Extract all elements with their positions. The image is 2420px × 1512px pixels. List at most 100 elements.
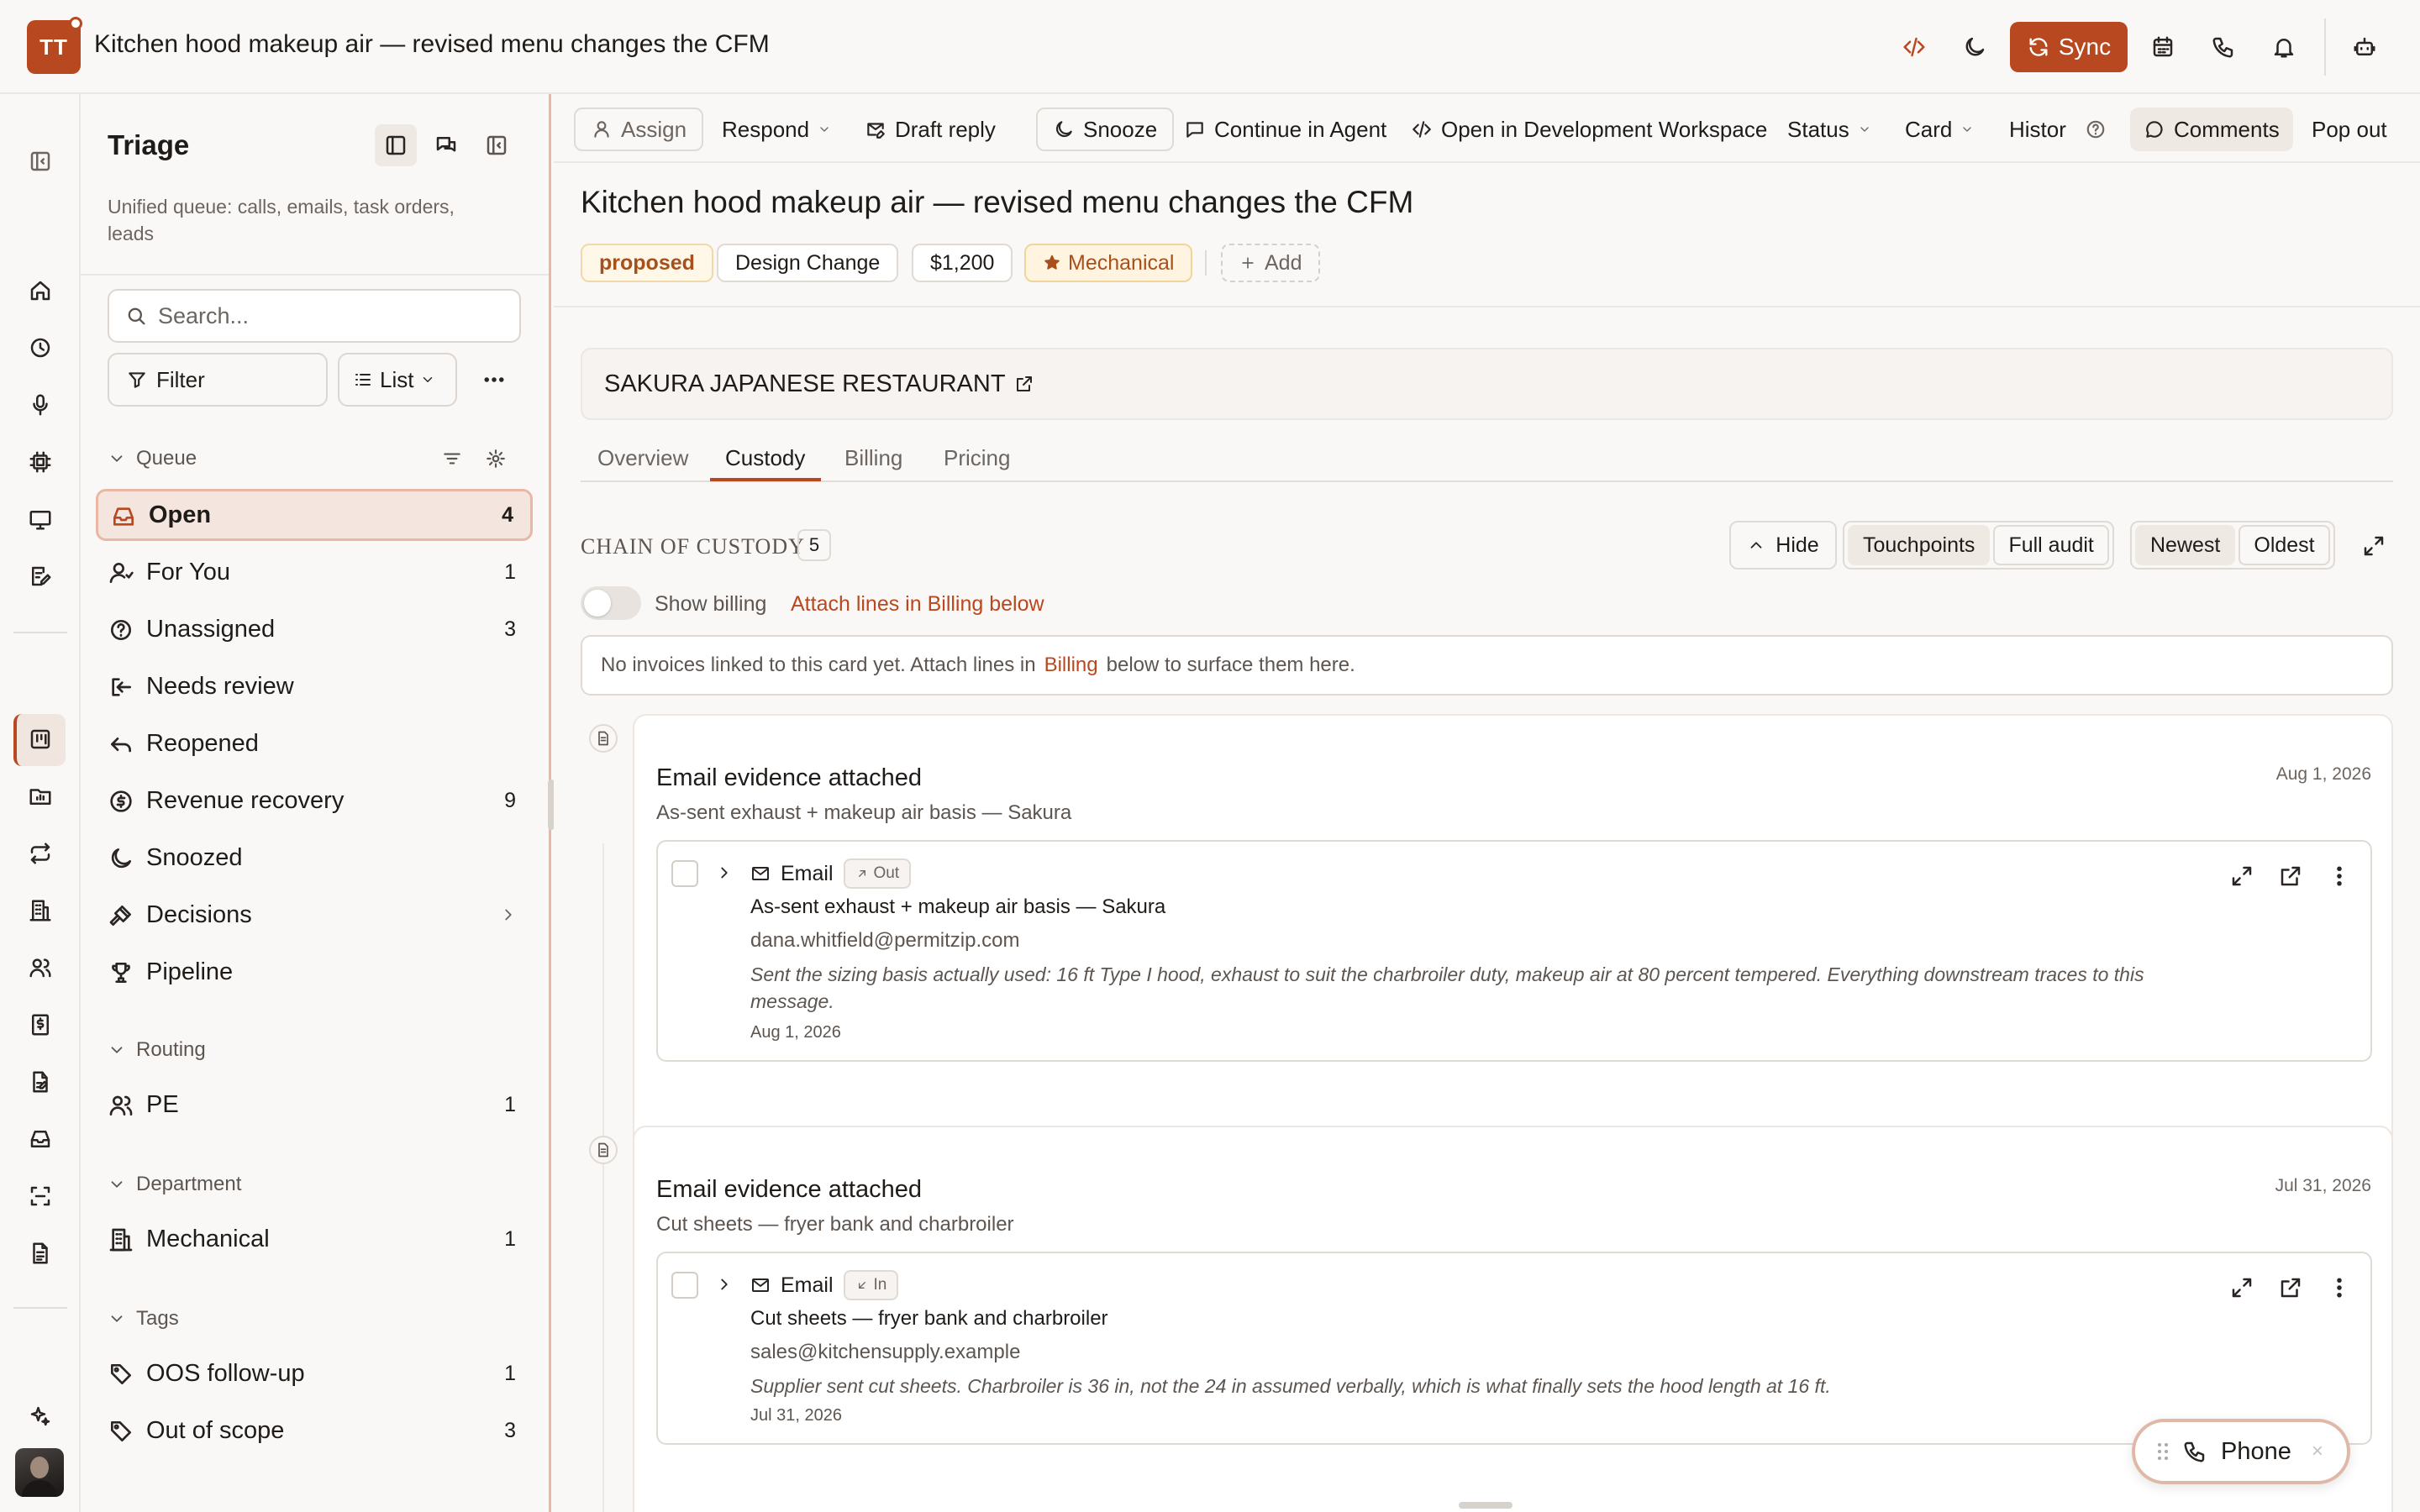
tab-pricing[interactable]: Pricing <box>944 445 1010 492</box>
newest-option[interactable]: Newest <box>2135 525 2236 565</box>
document-icon[interactable] <box>24 1236 57 1270</box>
kebab-menu-icon[interactable] <box>2327 1275 2352 1300</box>
client-card[interactable]: SAKURA JAPANESE RESTAURANT <box>581 348 2393 420</box>
department-group-header[interactable]: Department <box>108 1169 241 1200</box>
add-tag-button[interactable]: Add <box>1221 244 1321 282</box>
scroll-handle[interactable] <box>1459 1502 1512 1509</box>
nav-item-pe[interactable]: PE 1 <box>96 1079 533 1131</box>
tab-overview[interactable]: Overview <box>597 445 688 492</box>
card-dropdown[interactable]: Card <box>1905 108 1974 151</box>
tab-billing[interactable]: Billing <box>844 445 902 492</box>
kanban-board-icon[interactable] <box>24 722 57 756</box>
kebab-menu-icon[interactable] <box>2327 864 2352 889</box>
status-badge[interactable]: proposed <box>581 244 713 282</box>
assign-button[interactable]: Assign <box>574 108 704 151</box>
history-button[interactable]: Histor <box>2009 108 2066 151</box>
open-dev-workspace-button[interactable]: Open in Development Workspace <box>1411 108 1767 151</box>
user-avatar[interactable] <box>15 1448 64 1497</box>
type-badge[interactable]: Design Change <box>717 244 899 282</box>
chat-bubbles-icon[interactable] <box>425 124 467 166</box>
app-avatar[interactable]: TT <box>27 17 82 74</box>
nav-item-out-of-scope[interactable]: Out of scope 3 <box>96 1404 533 1457</box>
settings-gear-icon[interactable] <box>481 444 511 474</box>
comments-button[interactable]: Comments <box>2130 108 2293 151</box>
expand-icon[interactable] <box>2229 1275 2254 1300</box>
nav-item-reopened[interactable]: Reopened <box>96 717 533 769</box>
routing-group-header[interactable]: Routing <box>108 1035 206 1065</box>
attach-lines-link[interactable]: Attach lines in Billing below <box>791 592 1044 617</box>
phone-widget[interactable]: Phone × <box>2132 1419 2350 1484</box>
nav-item-open[interactable]: Open 4 <box>96 489 533 541</box>
department-badge[interactable]: Mechanical <box>1024 244 1193 282</box>
filter-button[interactable]: Filter <box>108 353 328 407</box>
expand-chevron-icon[interactable] <box>715 864 735 884</box>
drag-grip-icon[interactable] <box>2157 1441 2169 1462</box>
external-link-icon[interactable] <box>2278 1275 2303 1300</box>
status-dropdown[interactable]: Status <box>1787 108 1871 151</box>
collapse-sidebar-icon[interactable] <box>476 124 518 166</box>
bell-icon[interactable] <box>2265 29 2302 66</box>
nav-item-pipeline[interactable]: Pipeline <box>96 946 533 998</box>
select-checkbox[interactable] <box>671 1272 698 1299</box>
phone-close-button[interactable]: × <box>2312 1440 2323 1463</box>
respond-dropdown[interactable]: Respond <box>722 108 831 151</box>
full-audit-option[interactable]: Full audit <box>1993 525 2109 565</box>
monitor-icon[interactable] <box>24 502 57 536</box>
expand-icon[interactable] <box>2357 529 2391 563</box>
snooze-button[interactable]: Snooze <box>1036 108 1175 151</box>
nav-item-unassigned[interactable]: Unassigned 3 <box>96 603 533 655</box>
billing-link[interactable]: Billing <box>1044 654 1098 677</box>
touchpoints-option[interactable]: Touchpoints <box>1848 525 1991 565</box>
search-box[interactable] <box>108 289 521 343</box>
agent-bot-icon[interactable] <box>2346 29 2383 66</box>
sync-button[interactable]: Sync <box>2010 22 2128 72</box>
nav-item-oos-follow-up[interactable]: OOS follow-up 1 <box>96 1347 533 1399</box>
collapse-panel-icon[interactable] <box>24 144 57 178</box>
tags-group-header[interactable]: Tags <box>108 1304 179 1334</box>
inbox-icon[interactable] <box>24 1122 57 1156</box>
continue-in-agent-button[interactable]: Continue in Agent <box>1184 108 1386 151</box>
repeat-icon[interactable] <box>24 837 57 870</box>
email-message[interactable]: Email Out As-sent exhaust + makeup air b… <box>656 840 2372 1062</box>
home-icon[interactable] <box>24 274 57 307</box>
expand-chevron-icon[interactable] <box>715 1275 735 1295</box>
tab-custody[interactable]: Custody <box>725 445 805 492</box>
microphone-icon[interactable] <box>24 388 57 422</box>
calendar-icon[interactable] <box>2144 29 2181 66</box>
more-options-icon[interactable] <box>476 361 513 398</box>
panel-layout-icon[interactable] <box>375 124 417 166</box>
contacts-icon[interactable] <box>24 951 57 984</box>
chip-icon[interactable] <box>24 445 57 479</box>
nav-item-snoozed[interactable]: Snoozed <box>96 832 533 884</box>
nav-item-revenue-recovery[interactable]: Revenue recovery 9 <box>96 774 533 827</box>
invoice-dollar-icon[interactable] <box>24 1008 57 1042</box>
help-icon[interactable] <box>2085 108 2107 151</box>
clock-icon[interactable] <box>24 331 57 365</box>
email-message[interactable]: Email In Cut sheets — fryer bank and cha… <box>656 1252 2372 1445</box>
sort-lines-icon[interactable] <box>437 444 467 474</box>
external-link-icon[interactable] <box>1014 374 1034 394</box>
sparkle-icon[interactable] <box>24 1399 57 1433</box>
draft-reply-button[interactable]: Draft reply <box>865 108 996 151</box>
show-billing-toggle[interactable] <box>581 586 641 620</box>
queue-group-header[interactable]: Queue <box>108 444 197 474</box>
search-input[interactable] <box>158 302 511 329</box>
nav-item-for-you[interactable]: For You 1 <box>96 546 533 598</box>
hide-button[interactable]: Hide <box>1729 521 1837 570</box>
code-icon[interactable] <box>1896 29 1933 66</box>
nav-item-mechanical[interactable]: Mechanical 1 <box>96 1213 533 1265</box>
select-checkbox[interactable] <box>671 860 698 887</box>
folder-chart-icon[interactable] <box>24 780 57 813</box>
theme-moon-icon[interactable] <box>1956 29 1993 66</box>
scan-icon[interactable] <box>24 1179 57 1213</box>
amount-badge[interactable]: $1,200 <box>912 244 1013 282</box>
nav-item-decisions[interactable]: Decisions <box>96 889 533 941</box>
building-icon[interactable] <box>24 894 57 927</box>
pop-out-button[interactable]: Pop out <box>2312 108 2387 151</box>
external-link-icon[interactable] <box>2278 864 2303 889</box>
view-mode-dropdown[interactable]: List <box>338 353 457 407</box>
nav-item-needs-review[interactable]: Needs review <box>96 660 533 712</box>
document-edit-icon[interactable] <box>24 1065 57 1099</box>
phone-icon[interactable] <box>2205 29 2242 66</box>
expand-icon[interactable] <box>2229 864 2254 889</box>
